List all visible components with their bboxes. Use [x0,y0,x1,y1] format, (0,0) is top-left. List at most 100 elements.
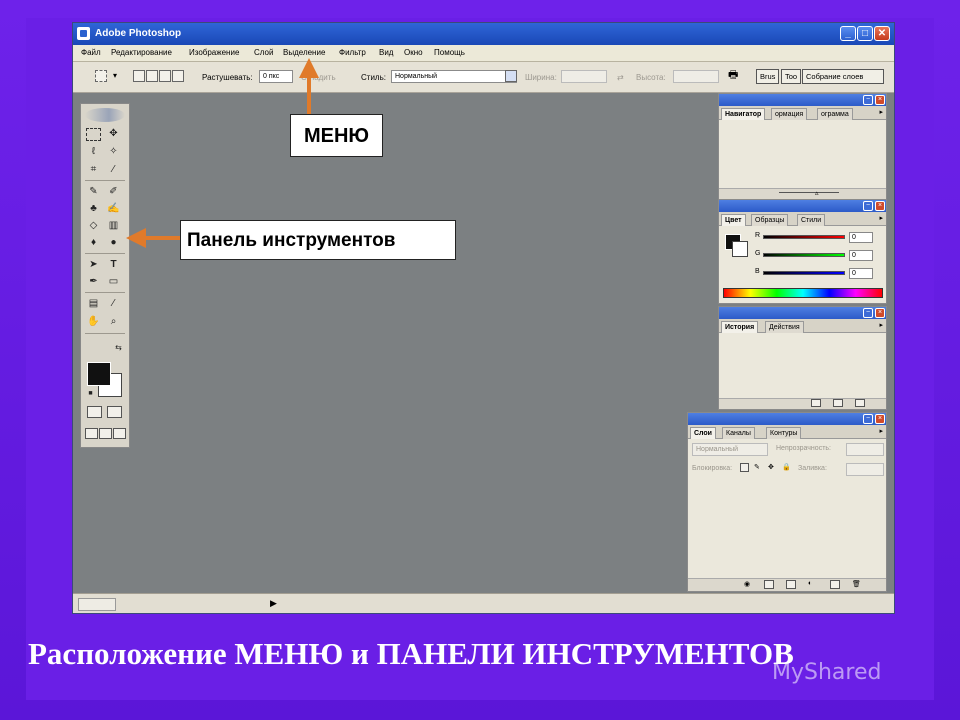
title-bar[interactable]: Adobe Photoshop _ □ ✕ [73,23,894,45]
maximize-button[interactable]: □ [857,26,873,41]
tab-navigator[interactable]: Навигатор [721,108,766,120]
trash-icon[interactable] [855,399,865,407]
quick-mask-mode-icon[interactable] [107,406,122,418]
channel-g-input[interactable]: 0 [849,250,873,261]
channel-g-slider[interactable] [763,253,845,257]
tab-color[interactable]: Цвет [721,214,746,226]
type-tool-icon[interactable]: T [106,257,121,272]
channel-b-slider[interactable] [763,271,845,275]
add-selection-icon[interactable] [146,70,158,82]
slice-tool-icon[interactable]: ⁄ [106,162,121,177]
palette-close-button[interactable]: × [875,95,885,105]
dodge-tool-icon[interactable]: ● [106,235,121,250]
palette-minimize-button[interactable]: − [863,95,873,105]
status-menu-arrow-icon[interactable]: ▶ [270,598,277,609]
color-background-swatch[interactable] [732,241,748,257]
new-selection-icon[interactable] [133,70,145,82]
marquee-preset-icon[interactable] [95,70,107,82]
default-colors-icon[interactable]: ■ [83,386,98,401]
palette-minimize-button[interactable]: − [863,201,873,211]
new-set-icon[interactable] [786,580,796,589]
healing-brush-tool-icon[interactable]: ✎ [86,184,101,199]
tab-swatches[interactable]: Образцы [751,214,789,226]
style-select[interactable]: Нормальный [391,70,517,83]
hand-tool-icon[interactable]: ✋ [86,314,101,329]
feather-input[interactable]: 0 пкс [259,70,293,83]
pen-tool-icon[interactable]: ✒ [86,274,101,289]
delete-layer-icon[interactable]: 🗑 [852,580,861,588]
tab-paths[interactable]: Контуры [766,427,802,439]
lock-position-icon[interactable]: ✥ [768,463,774,471]
brush-tool-icon[interactable]: ✐ [106,184,121,199]
path-selection-tool-icon[interactable]: ➤ [86,257,101,272]
new-document-icon[interactable] [833,399,843,407]
minimize-button[interactable]: _ [840,26,856,41]
menu-filter[interactable]: Фильтр [339,48,366,57]
adjustment-layer-icon[interactable]: ◐ [808,580,812,587]
palette-menu-arrow-icon[interactable]: ▸ [879,108,883,116]
tab-channels[interactable]: Каналы [722,427,755,439]
palette-menu-arrow-icon[interactable]: ▸ [879,427,883,435]
blend-mode-select[interactable]: Нормальный [692,443,768,456]
tab-histogram[interactable]: ограмма [817,108,853,120]
printer-icon[interactable]: 🖶 [728,70,740,82]
zoom-slider[interactable] [779,192,839,193]
lock-all-icon[interactable]: 🔒 [782,463,791,471]
screen-mode-full-menu-icon[interactable] [99,428,112,439]
tab-info[interactable]: ормация [771,108,808,120]
eraser-tool-icon[interactable]: ◇ [86,218,101,233]
history-brush-tool-icon[interactable]: ✍ [106,201,121,216]
palette-close-button[interactable]: × [875,414,885,424]
feather-logo-icon[interactable] [85,108,125,122]
palette-tab-layer-comps[interactable]: Собрание слоев [802,69,884,84]
palette-menu-arrow-icon[interactable]: ▸ [879,321,883,329]
tab-styles[interactable]: Стили [797,214,826,226]
marquee-tool-icon[interactable] [86,128,101,141]
channel-r-slider[interactable] [763,235,845,239]
menu-view[interactable]: Вид [379,48,393,57]
swap-colors-icon[interactable]: ⇆ [111,340,126,355]
tab-actions[interactable]: Действия [765,321,804,333]
palette-close-button[interactable]: × [875,308,885,318]
shape-tool-icon[interactable]: ▭ [106,274,121,289]
lock-transparency-icon[interactable] [740,463,749,472]
style-dropdown-chevron-icon[interactable] [505,70,517,82]
standard-mode-icon[interactable] [87,406,102,418]
channel-b-input[interactable]: 0 [849,268,873,279]
palette-menu-arrow-icon[interactable]: ▸ [879,214,883,222]
palette-minimize-button[interactable]: − [863,414,873,424]
blur-tool-icon[interactable]: ♦ [86,235,101,250]
new-layer-icon[interactable] [830,580,840,589]
palette-minimize-button[interactable]: − [863,308,873,318]
width-input[interactable] [561,70,607,83]
menu-layer[interactable]: Слой [254,48,273,57]
menu-window[interactable]: Окно [404,48,423,57]
channel-r-input[interactable]: 0 [849,232,873,243]
height-input[interactable] [673,70,719,83]
notes-tool-icon[interactable]: ▤ [86,296,101,311]
menu-file[interactable]: Файл [81,48,101,57]
palette-close-button[interactable]: × [875,201,885,211]
menu-edit[interactable]: Редактирование [111,48,172,57]
layer-style-icon[interactable]: ◉ [744,580,750,588]
foreground-color-swatch[interactable] [87,362,111,386]
menu-image[interactable]: Изображение [189,48,239,57]
move-tool-icon[interactable]: ✥ [106,126,121,141]
palette-tab-brushes[interactable]: Brus [756,69,780,84]
zoom-tool-icon[interactable]: ⌕ [106,314,121,329]
palette-tab-tool-presets[interactable]: Too [781,69,802,84]
tab-history[interactable]: История [721,321,759,333]
magic-wand-tool-icon[interactable]: ✧ [106,144,121,159]
swap-dimensions-icon[interactable]: ⇄ [617,73,624,82]
color-spectrum-bar[interactable] [723,288,883,298]
lasso-tool-icon[interactable]: ℓ [86,144,101,159]
menu-select[interactable]: Выделение [283,48,325,57]
close-button[interactable]: ✕ [874,26,890,41]
menu-help[interactable]: Помощь [434,48,465,57]
zoom-slider-thumb-icon[interactable]: ▵ [815,189,819,197]
subtract-selection-icon[interactable] [159,70,171,82]
intersect-selection-icon[interactable] [172,70,184,82]
crop-tool-icon[interactable]: ⌗ [86,162,101,177]
screen-mode-standard-icon[interactable] [85,428,98,439]
layer-mask-icon[interactable] [764,580,774,589]
